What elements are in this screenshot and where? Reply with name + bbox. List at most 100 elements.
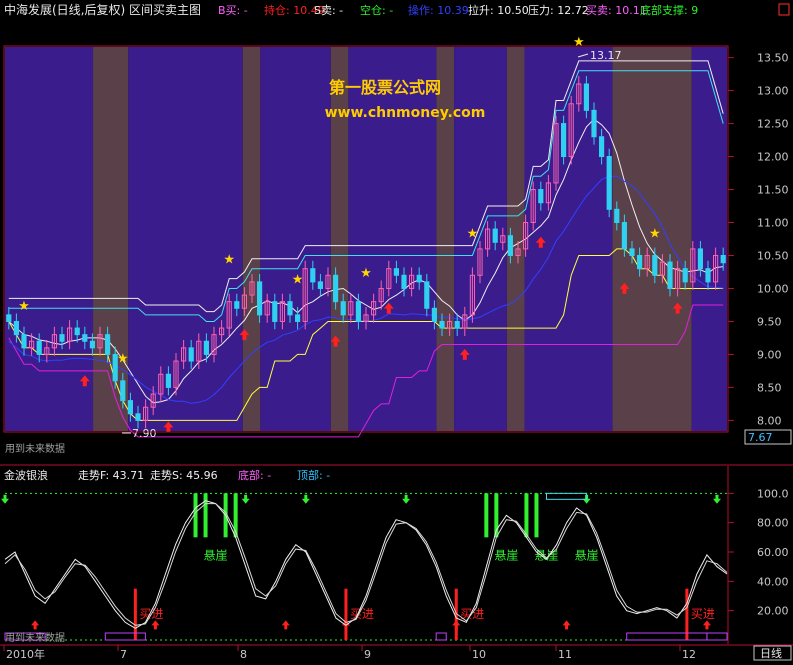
candle-body: [127, 400, 133, 415]
candle-body: [59, 334, 65, 342]
price-tick-label: 11.00: [757, 217, 789, 230]
candle-body: [287, 301, 293, 316]
cliff-bar: [484, 493, 489, 538]
cliff-bar: [524, 493, 529, 538]
runner-signal-icon: ★: [360, 266, 372, 281]
band-purple-10: [524, 47, 613, 431]
date-tick-label: 9: [364, 648, 371, 661]
candle-body: [355, 301, 361, 322]
price-tick-label: 9.50: [757, 315, 782, 328]
candle-body: [637, 254, 643, 270]
buy-arrow-icon: [702, 620, 711, 630]
date-tick-label: 7: [120, 648, 127, 661]
price-tick-label: 13.50: [757, 52, 789, 65]
buy-bar: [685, 588, 689, 640]
candle-body: [705, 268, 711, 283]
sell-arrow-icon: [301, 494, 310, 504]
buy-arrow-icon: [281, 620, 290, 630]
osc-tick-label: 40.00: [757, 575, 789, 588]
main-price-axis: 13.50 13.00 12.50 12.00 11.50 11.00 10.50 10.00…: [728, 52, 789, 427]
header-item-3: 空仓: -: [360, 3, 393, 17]
candle-body: [203, 340, 209, 355]
candle-body: [340, 301, 346, 316]
sell-arrow-icon: [712, 494, 721, 504]
sell-arrow-icon: [241, 494, 250, 504]
candle-body: [13, 320, 19, 336]
candle-body: [333, 274, 339, 303]
candle-body: [424, 281, 430, 309]
candle-body: [401, 274, 407, 289]
date-tick-label: 12: [682, 648, 696, 661]
header-item-2: S卖: -: [314, 4, 343, 17]
price-tick-label: 10.50: [757, 249, 789, 262]
osc-tick-label: 80.00: [757, 517, 789, 530]
runner-signal-icon: ★: [292, 272, 304, 287]
cliff-label-4: 悬崖: [575, 548, 599, 562]
header-item-0: B买: -: [218, 4, 248, 17]
header-item-5: 拉升: 10.50: [468, 3, 529, 17]
price-tick-label: 10.00: [757, 282, 789, 295]
candle-body: [272, 301, 278, 322]
buy-bar: [133, 588, 137, 640]
date-tick-label: 2010年: [6, 647, 45, 661]
candle-body: [538, 189, 544, 204]
candle-body: [507, 235, 513, 256]
header-item-4: 操作: 10.39: [408, 3, 469, 17]
buy-arrow-icon: [31, 620, 40, 630]
runner-signal-icon: ★: [18, 299, 30, 314]
runner-signal-icon: ★: [467, 226, 479, 241]
candle-body: [188, 347, 194, 362]
chart-canvas[interactable]: 中海发展(日线,后复权) 区间买卖主图 B买: - 持仓: 10.49S卖: -空…: [0, 0, 793, 661]
date-tick-label: 11: [558, 648, 572, 661]
runner-signal-icon: ★: [573, 35, 585, 50]
price-tick-label: 9.00: [757, 348, 782, 361]
stock-chart-window: 中海发展(日线,后复权) 区间买卖主图 B买: - 持仓: 10.49 S卖: -空…: [0, 0, 793, 661]
bottom-zone-block: [706, 632, 728, 641]
date-tick-label: 8: [240, 648, 247, 661]
candle-body: [614, 208, 620, 224]
buy-arrow-icon: [151, 620, 160, 630]
trend-s-label: 走势S: 45.96: [150, 469, 218, 482]
period-label: 日线: [760, 646, 782, 660]
price-tick-label: 8.00: [757, 414, 782, 427]
candle-body: [606, 156, 612, 210]
candle-body: [667, 261, 673, 289]
candle-body: [82, 334, 88, 342]
candle-body: [697, 248, 703, 270]
candle-body: [416, 274, 422, 283]
candle-body: [492, 228, 498, 243]
date-tick-label: 10: [472, 648, 486, 661]
bottom-zone-block: [435, 632, 447, 641]
candle-body: [431, 307, 437, 322]
buy-bar: [344, 588, 348, 640]
candle-body: [135, 413, 141, 421]
candle-body: [105, 334, 111, 355]
candle-body: [454, 320, 460, 329]
cliff-label-2: 悬崖: [494, 548, 518, 562]
candle-body: [439, 320, 445, 329]
high-price-label: 13.17: [590, 49, 622, 62]
cliff-bar: [534, 493, 539, 538]
bottom-zone-block: [626, 632, 708, 641]
candle-body: [310, 268, 316, 283]
sub-panel-header: 金波银浪 走势F: 43.71 走势S: 45.96 底部: - 顶部: -: [4, 468, 330, 482]
candle-body: [295, 314, 301, 322]
candle-body: [591, 109, 597, 138]
candle-body: [393, 268, 399, 276]
sell-arrow-icon: [1, 494, 9, 504]
candle-body: [74, 327, 80, 336]
top-zone-block: [546, 492, 588, 500]
close-square-icon[interactable]: [778, 3, 790, 16]
runner-signal-icon: ★: [223, 253, 235, 268]
candle-body: [89, 340, 95, 349]
osc-tick-label: 60.00: [757, 546, 789, 559]
sell-arrow-icon: [402, 494, 411, 504]
buy-arrow-icon: [452, 620, 461, 630]
candle-body: [6, 314, 12, 322]
candle-body: [36, 340, 42, 355]
header-item-7: 买卖: 10.11: [586, 4, 647, 17]
candle-body: [234, 301, 240, 309]
band-brown-3: [242, 47, 261, 431]
candle-body: [682, 268, 688, 283]
low-price-label: 7.90: [132, 427, 157, 440]
